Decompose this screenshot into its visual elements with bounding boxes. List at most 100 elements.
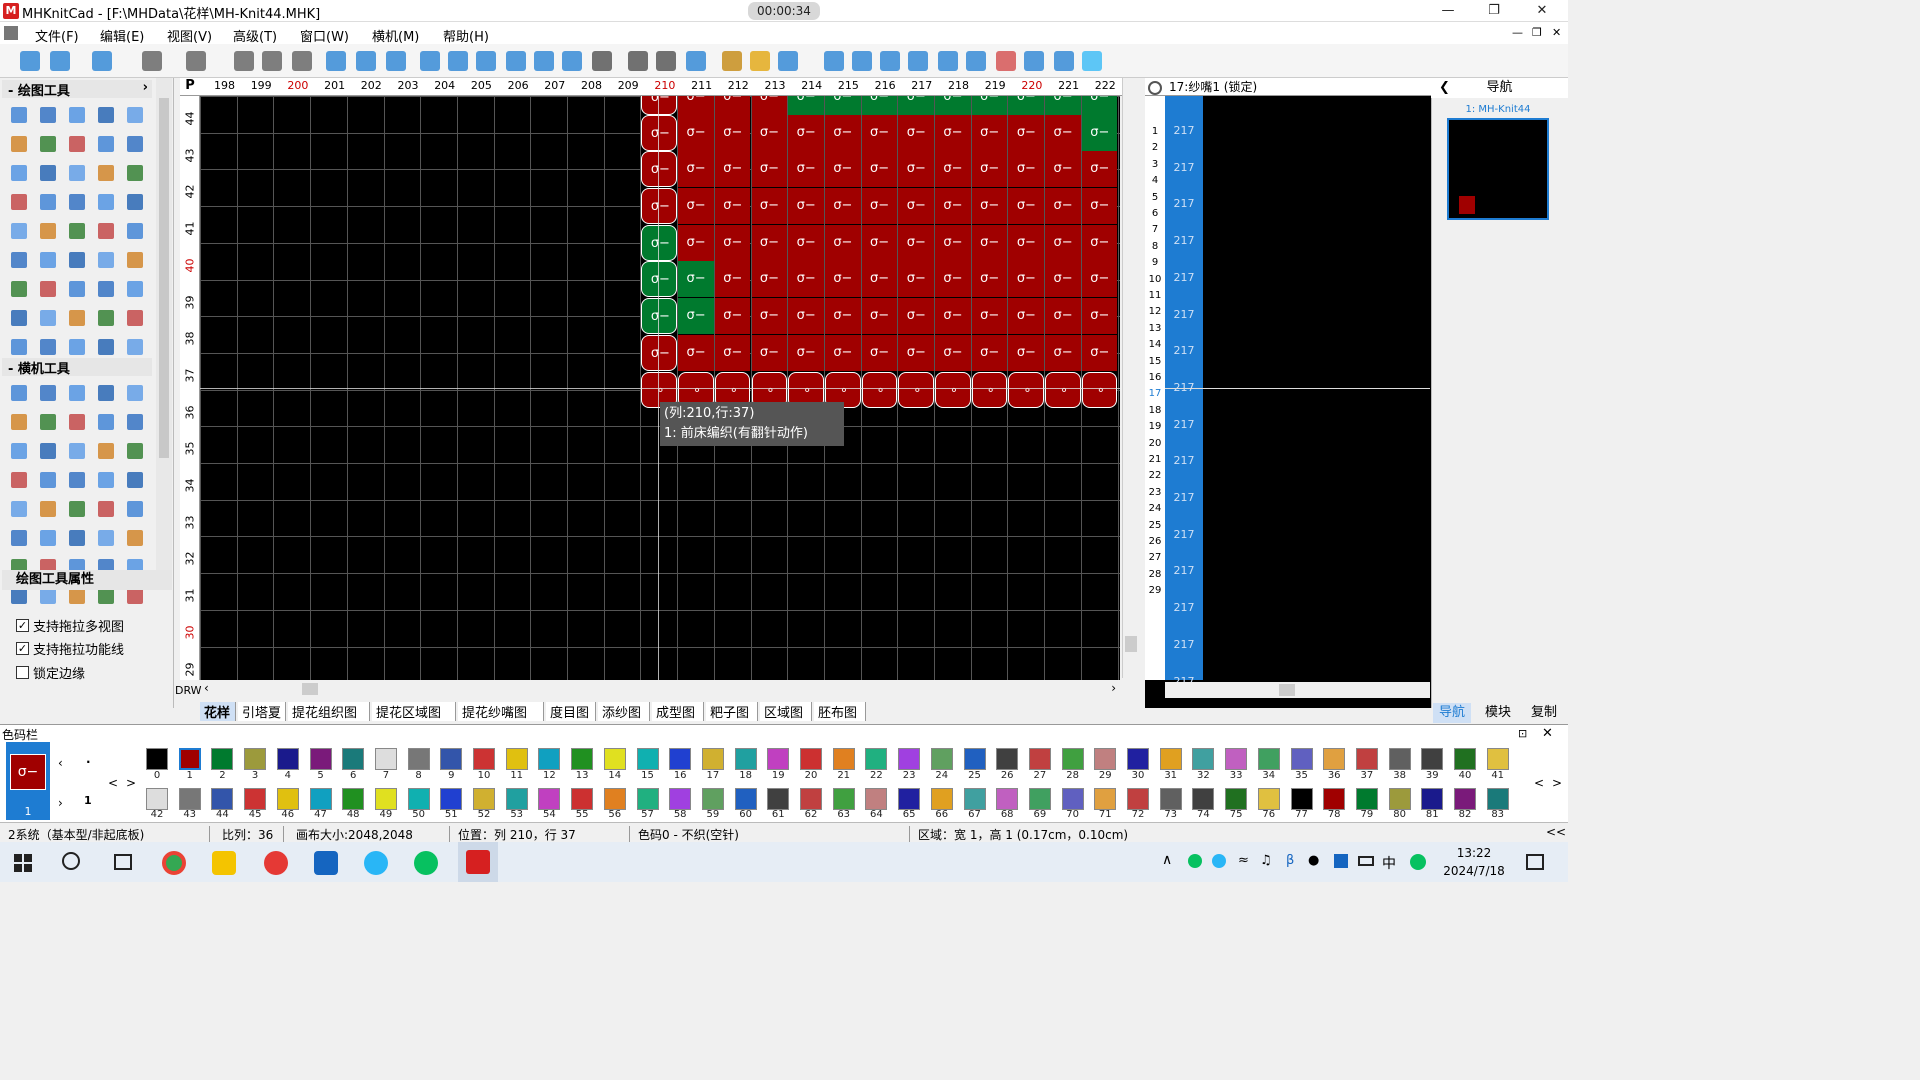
color-swatch-13[interactable] [571, 748, 594, 770]
toolbar-tool-15-icon[interactable] [534, 51, 554, 71]
draw-tool-33-icon[interactable] [91, 274, 120, 303]
toolbar-tool-19-icon[interactable] [656, 51, 676, 71]
pattern-cell[interactable]: σ− [678, 96, 714, 115]
draw-tool-18-icon[interactable] [91, 187, 120, 216]
toolbar-tool-3-icon[interactable] [142, 51, 162, 71]
color-swatch-56[interactable] [603, 788, 626, 810]
pattern-cell[interactable]: σ− [788, 151, 824, 187]
draw-tool-30-icon[interactable] [4, 274, 33, 303]
knit-tool-16-icon[interactable] [33, 465, 62, 494]
tab-copy[interactable]: 复制 [1525, 703, 1563, 723]
pattern-cell[interactable]: σ− [1008, 298, 1045, 334]
pattern-cell[interactable]: σ− [898, 261, 934, 297]
knit-tool-13-icon[interactable] [91, 436, 120, 465]
pattern-cell[interactable]: σ− [788, 261, 824, 297]
color-swatch-5[interactable] [309, 748, 332, 770]
knit-tool-7-icon[interactable] [62, 407, 91, 436]
pattern-cell[interactable]: σ− [861, 96, 898, 115]
color-swatch-22[interactable] [865, 748, 888, 770]
pattern-cell[interactable]: σ− [678, 298, 714, 334]
scroll-right-icon[interactable]: › [1111, 681, 1116, 695]
draw-tool-17-icon[interactable] [62, 187, 91, 216]
pattern-cell[interactable]: ∘ [898, 372, 934, 408]
color-swatch-38[interactable] [1388, 748, 1411, 770]
pattern-cell[interactable]: σ− [1045, 225, 1081, 261]
draw-tool-29-icon[interactable] [120, 245, 149, 274]
toolbar-tool-20-icon[interactable] [686, 51, 706, 71]
palette-left-end-icon[interactable]: < [1534, 776, 1544, 790]
pattern-cell[interactable]: σ− [971, 298, 1008, 334]
toolbar-tool-8-icon[interactable] [326, 51, 346, 71]
pattern-cell[interactable]: σ− [751, 298, 788, 334]
knit-tool-1-icon[interactable] [33, 378, 62, 407]
color-swatch-29[interactable] [1094, 748, 1117, 770]
pattern-cell[interactable]: ∘ [1045, 372, 1081, 408]
pattern-cell[interactable]: σ− [1008, 96, 1045, 115]
draw-tool-19-icon[interactable] [120, 187, 149, 216]
tray-cloud-icon[interactable] [1212, 854, 1226, 868]
draw-tool-5-icon[interactable] [4, 129, 33, 158]
status-expand-icon[interactable]: << [1546, 825, 1566, 839]
taskbar-clock[interactable]: 13:22 2024/7/18 [1438, 844, 1510, 880]
pattern-cell[interactable]: σ− [714, 225, 751, 261]
knit-tool-28-icon[interactable] [91, 523, 120, 552]
pattern-cell[interactable]: σ− [751, 115, 788, 151]
color-swatch-68[interactable] [996, 788, 1019, 810]
color-swatch-63[interactable] [832, 788, 855, 810]
pattern-cell[interactable]: σ− [824, 96, 861, 115]
color-swatch-39[interactable] [1421, 748, 1444, 770]
pattern-cell[interactable]: σ− [788, 225, 824, 261]
draw-tool-26-icon[interactable] [33, 245, 62, 274]
pattern-cell[interactable]: σ− [1045, 151, 1081, 187]
knit-tool-27-icon[interactable] [62, 523, 91, 552]
color-swatch-58[interactable] [669, 788, 692, 810]
pattern-cell[interactable]: σ− [751, 335, 788, 371]
toolbar-tool-22-icon[interactable] [750, 51, 770, 71]
sheet-tab-8[interactable]: 粑子图 [706, 702, 758, 721]
pattern-cell[interactable]: σ− [971, 115, 1008, 151]
option-multiview[interactable]: ✓ 支持拖拉多视图 [16, 616, 124, 635]
pattern-cell[interactable]: σ− [1081, 261, 1118, 297]
pattern-cell[interactable]: σ− [1008, 151, 1045, 187]
toolbar-tool-17-icon[interactable] [592, 51, 612, 71]
pattern-cell[interactable]: σ− [678, 115, 714, 151]
pattern-cell[interactable]: σ− [824, 188, 861, 224]
knit-tool-3-icon[interactable] [91, 378, 120, 407]
pattern-cell[interactable]: σ− [861, 335, 898, 371]
knit-tool-19-icon[interactable] [120, 465, 149, 494]
draw-tool-41-icon[interactable] [33, 332, 62, 361]
color-swatch-4[interactable] [276, 748, 299, 770]
color-swatch-60[interactable] [734, 788, 757, 810]
selected-color-swatch[interactable]: σ− [10, 754, 46, 790]
color-swatch-14[interactable] [603, 748, 626, 770]
pattern-cell[interactable]: σ− [935, 115, 971, 151]
knit-tool-11-icon[interactable] [33, 436, 62, 465]
color-swatch-73[interactable] [1159, 788, 1182, 810]
draw-tool-3-icon[interactable] [91, 100, 120, 129]
tray-app-icon[interactable] [1334, 854, 1348, 868]
draw-tool-14-icon[interactable] [120, 158, 149, 187]
color-swatch-41[interactable] [1486, 748, 1509, 770]
knit-tool-25-icon[interactable] [4, 523, 33, 552]
pattern-cell[interactable]: σ− [898, 115, 934, 151]
pattern-cell[interactable]: σ− [714, 298, 751, 334]
pattern-cell[interactable]: σ− [898, 151, 934, 187]
color-swatch-2[interactable] [211, 748, 234, 770]
pattern-cell[interactable]: σ− [898, 96, 934, 115]
knit-tool-0-icon[interactable] [4, 378, 33, 407]
color-swatch-77[interactable] [1290, 788, 1313, 810]
pattern-cell[interactable]: σ− [1008, 261, 1045, 297]
color-swatch-26[interactable] [996, 748, 1019, 770]
color-swatch-67[interactable] [963, 788, 986, 810]
pattern-cell[interactable]: σ− [971, 96, 1008, 115]
color-swatch-55[interactable] [571, 788, 594, 810]
knit-tool-29-icon[interactable] [120, 523, 149, 552]
palette-right-icon[interactable]: > [126, 776, 136, 790]
pattern-cell[interactable]: ∘ [861, 372, 898, 408]
pattern-cell[interactable]: σ− [714, 335, 751, 371]
pattern-cell[interactable]: σ− [714, 188, 751, 224]
pattern-cell[interactable]: σ− [678, 188, 714, 224]
battery-icon[interactable] [1358, 856, 1374, 866]
color-swatch-82[interactable] [1454, 788, 1476, 810]
tab-navigate[interactable]: 导航 [1433, 703, 1472, 723]
